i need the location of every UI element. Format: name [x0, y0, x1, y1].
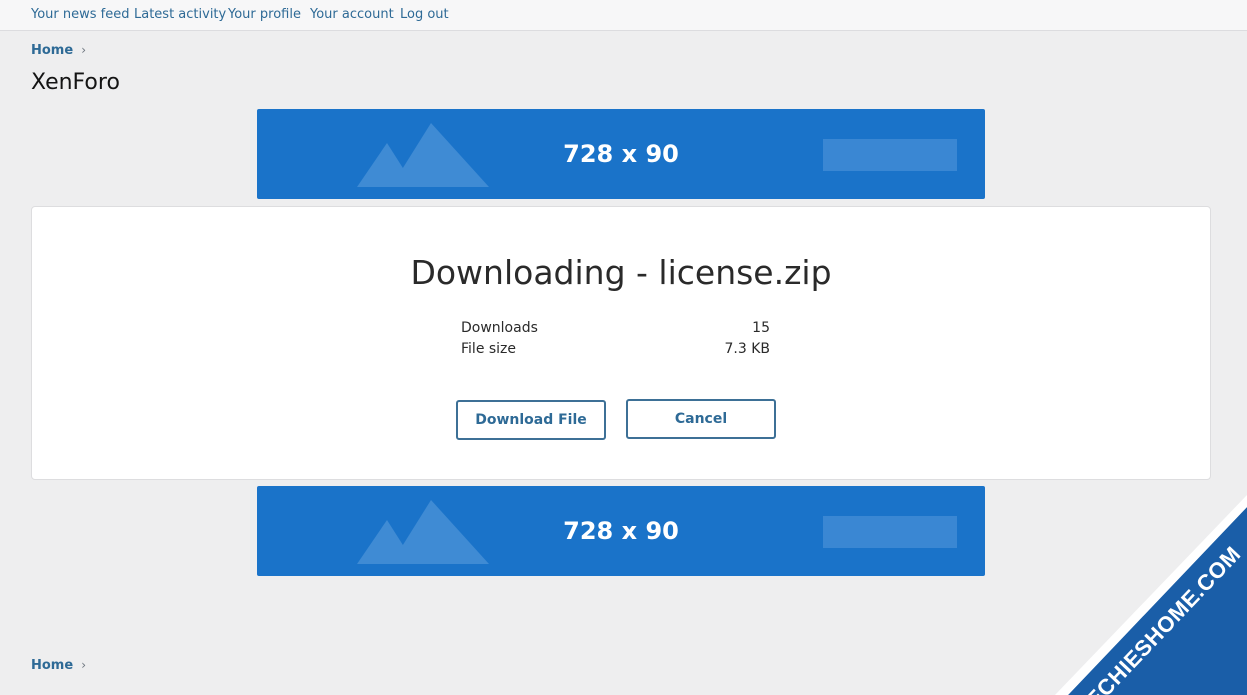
download-title: Downloading - license.zip — [410, 253, 832, 292]
download-panel: Downloading - license.zip Downloads 15 F… — [31, 206, 1211, 480]
page-title: XenForo — [31, 70, 120, 95]
ad-size-label: 728 x 90 — [563, 140, 679, 168]
file-size-stat-label: File size — [461, 341, 517, 357]
chevron-right-icon: › — [81, 658, 86, 672]
top-ad-banner[interactable]: 728 x 90 — [257, 109, 985, 199]
nav-log-out-link[interactable]: Log out — [400, 7, 449, 22]
footer-breadcrumb-home-link[interactable]: Home — [31, 658, 73, 673]
chevron-right-icon: › — [81, 43, 86, 57]
footer-breadcrumb: Home › — [31, 658, 86, 673]
nav-latest-activity-link[interactable]: Latest activity — [134, 7, 226, 22]
downloads-stat-label: Downloads — [461, 320, 538, 336]
top-navigation: Your news feed Latest activity Your prof… — [0, 0, 1247, 31]
nav-news-feed-link[interactable]: Your news feed — [31, 7, 129, 22]
cancel-button[interactable]: Cancel — [626, 399, 776, 439]
file-size-stat-row: File size 7.3 KB — [461, 341, 770, 357]
bottom-ad-banner[interactable]: 728 x 90 — [257, 486, 985, 576]
downloads-stat-row: Downloads 15 — [461, 320, 770, 336]
ad-size-label: 728 x 90 — [563, 517, 679, 545]
breadcrumb-home-link[interactable]: Home — [31, 43, 73, 58]
techieshome-watermark-logo: TECHIESHOME.COM — [1055, 495, 1247, 695]
nav-your-profile-link[interactable]: Your profile — [228, 7, 301, 22]
file-size-stat-value: 7.3 KB — [724, 341, 771, 357]
download-file-button[interactable]: Download File — [456, 400, 606, 440]
breadcrumb: Home › — [31, 43, 86, 58]
downloads-stat-value: 15 — [752, 320, 770, 336]
nav-your-account-link[interactable]: Your account — [310, 7, 394, 22]
